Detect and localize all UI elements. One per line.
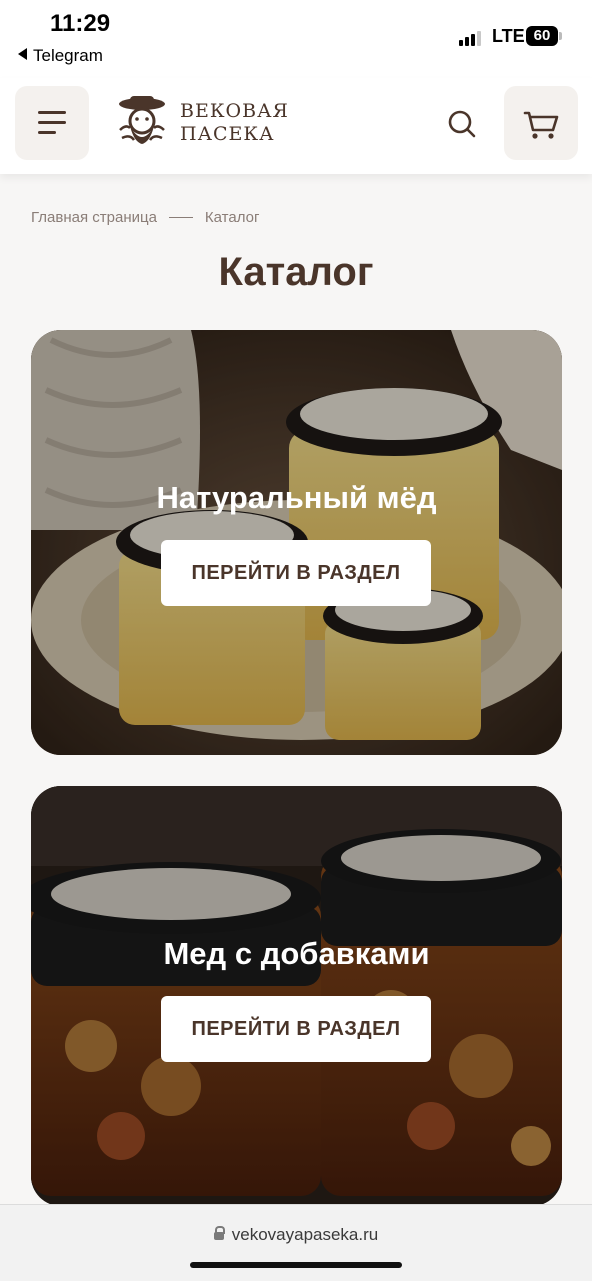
back-arrow-icon [18, 48, 27, 60]
network-label: LTE [492, 26, 525, 46]
site-logo[interactable]: ВЕКОВАЯ ПАСЕКА [116, 94, 288, 156]
back-app-label: Telegram [33, 46, 103, 65]
signal-strength-icon [459, 30, 487, 46]
logo-text: ВЕКОВАЯ ПАСЕКА [180, 100, 289, 146]
url-text: vekovayapaseka.ru [231, 1225, 379, 1244]
search-button[interactable] [444, 106, 480, 142]
cart-icon [523, 111, 559, 139]
breadcrumb-separator [168, 217, 193, 218]
site-header: ВЕКОВАЯ ПАСЕКА [0, 78, 592, 174]
menu-button[interactable] [15, 86, 89, 160]
url-field[interactable]: vekovayapaseka.ru [0, 1225, 592, 1245]
category-title: Натуральный мёд [156, 480, 437, 515]
browser-address-bar[interactable]: vekovayapaseka.ru [0, 1204, 592, 1281]
lock-icon [213, 1226, 225, 1240]
logo-line-1: ВЕКОВАЯ [180, 100, 289, 122]
category-title: Мед с добавками [163, 936, 430, 971]
status-time: 11:29 [50, 10, 111, 37]
search-icon [448, 110, 476, 138]
page-title: Каталог [218, 250, 374, 294]
battery-tip [559, 32, 562, 40]
breadcrumb: Главная страница Каталог [31, 209, 259, 226]
cart-button[interactable] [504, 86, 578, 160]
back-to-telegram-link[interactable]: Telegram [18, 46, 103, 66]
category-card-natural-honey[interactable]: Натуральный мёд ПЕРЕЙТИ В РАЗДЕЛ [31, 330, 562, 755]
breadcrumb-home-link[interactable]: Главная страница [31, 209, 157, 226]
home-indicator[interactable] [190, 1262, 402, 1268]
go-to-section-button[interactable]: ПЕРЕЙТИ В РАЗДЕЛ [161, 540, 431, 606]
battery-icon: 60 [526, 26, 558, 46]
category-card-honey-with-additives[interactable]: Мед с добавками ПЕРЕЙТИ В РАЗДЕЛ [31, 786, 562, 1206]
beekeeper-logo-icon [119, 96, 165, 144]
logo-line-2: ПАСЕКА [180, 123, 275, 145]
breadcrumb-current: Каталог [204, 209, 260, 226]
go-to-section-button[interactable]: ПЕРЕЙТИ В РАЗДЕЛ [161, 996, 431, 1062]
status-bar: 11:29 Telegram LTE 60 [0, 0, 592, 78]
